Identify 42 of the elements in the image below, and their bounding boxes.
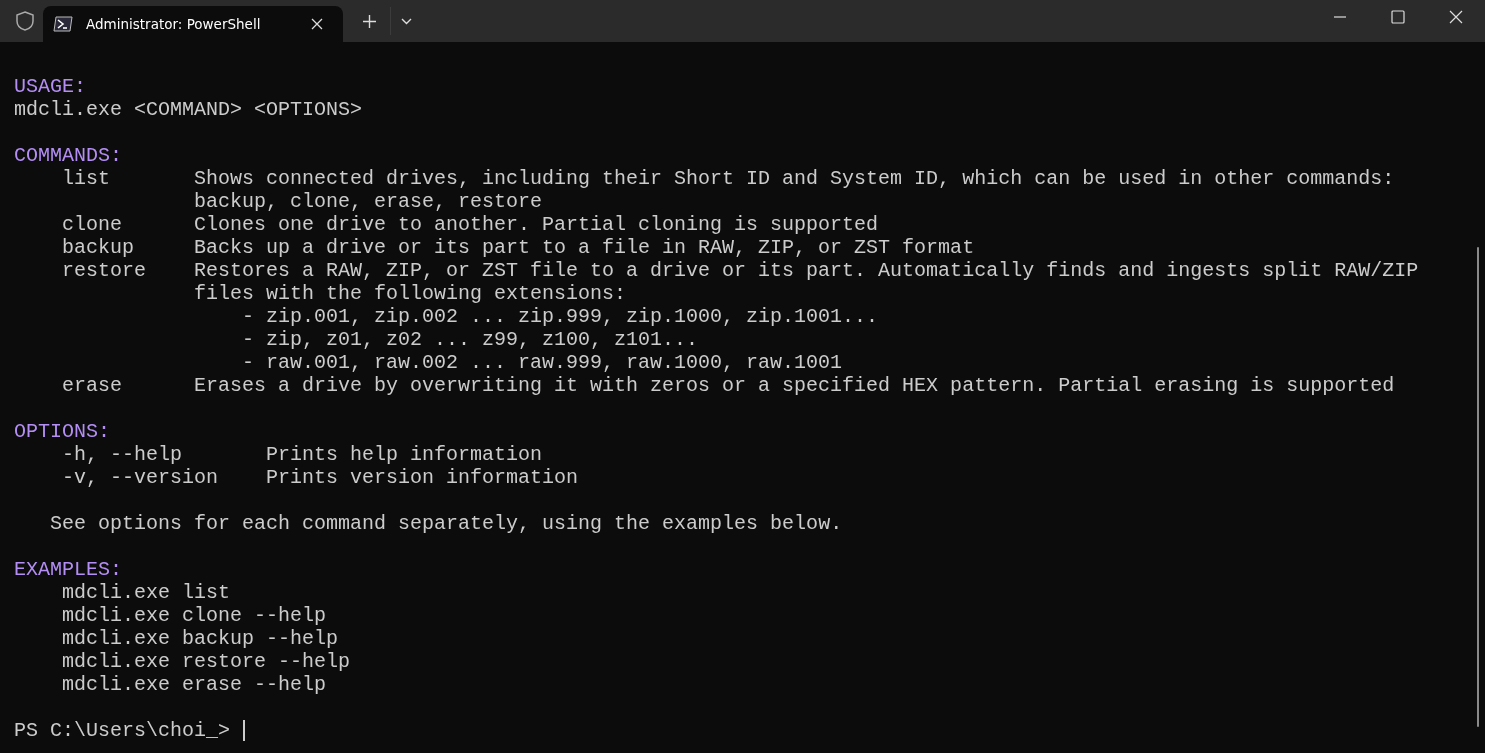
- add-tab-icon[interactable]: [363, 15, 376, 28]
- maximize-icon[interactable]: [1391, 10, 1405, 24]
- scrollbar[interactable]: [1477, 247, 1479, 727]
- terminal-line: mdcli.exe list: [61, 581, 232, 604]
- section-heading: COMMANDS:: [14, 144, 124, 167]
- description-text: Prints version information: [266, 466, 579, 489]
- option-name: clone: [61, 213, 123, 236]
- option-name: -v, --version: [61, 466, 220, 489]
- close-icon[interactable]: [1449, 10, 1463, 24]
- description-text: Restores a RAW, ZIP, or ZST file to a drive or its part. Automatically finds and ingests split RAW/ZIP: [194, 259, 1419, 282]
- powershell-icon: [53, 16, 73, 32]
- section-heading: EXAMPLES:: [14, 558, 124, 581]
- option-name: restore: [61, 259, 147, 284]
- description-text: Prints help information: [266, 443, 543, 466]
- option-name: -h, --help: [61, 443, 184, 466]
- extension-item: - raw.001, raw.002 ... raw.999, raw.1000, raw.1001: [241, 351, 844, 374]
- terminal-tab[interactable]: Administrator: PowerShell: [43, 6, 343, 42]
- chevron-down-icon[interactable]: [401, 18, 412, 25]
- option-name: list: [61, 167, 111, 192]
- extension-item: - zip.001, zip.002 ... zip.999, zip.1000, zip.1001...: [241, 305, 880, 328]
- terminal-line: mdcli.exe erase --help: [61, 673, 328, 696]
- description-text: Shows connected drives, including their Short ID and System ID, which can be used in other commands:: [194, 167, 1395, 190]
- option-name: erase: [61, 374, 123, 397]
- terminal-line: mdcli.exe backup --help: [61, 627, 340, 650]
- section-heading: OPTIONS:: [14, 420, 111, 443]
- terminal-line: mdcli.exe <COMMAND> <OPTIONS>: [14, 98, 364, 121]
- description-text: Clones one drive to another. Partial cloning is supported: [194, 213, 879, 236]
- shield-icon[interactable]: [16, 11, 34, 31]
- tab-title: Administrator: PowerShell: [86, 16, 262, 32]
- terminal-line: mdcli.exe restore --help: [61, 650, 352, 673]
- description-text: Erases a drive by overwriting it with zeros or a specified HEX pattern. Partial erasing is supported: [194, 374, 1395, 397]
- terminal-line: mdcli.exe clone --help: [61, 604, 328, 627]
- description-text: files with the following extensions:: [194, 282, 628, 305]
- text-cursor: [243, 720, 246, 741]
- note-text: See options for each command separately, using the examples below.: [49, 512, 844, 535]
- description-text: Backs up a drive or its part to a file in RAW, ZIP, or ZST format: [194, 236, 975, 259]
- extension-item: - zip, z01, z02 ... z99, z100, z101...: [241, 328, 700, 351]
- section-heading: USAGE:: [14, 75, 87, 98]
- prompt-text: PS C:\Users\choi_>: [14, 719, 231, 742]
- close-icon[interactable]: [311, 18, 323, 30]
- option-name: backup: [61, 236, 135, 259]
- description-text: backup, clone, erase, restore: [194, 190, 544, 213]
